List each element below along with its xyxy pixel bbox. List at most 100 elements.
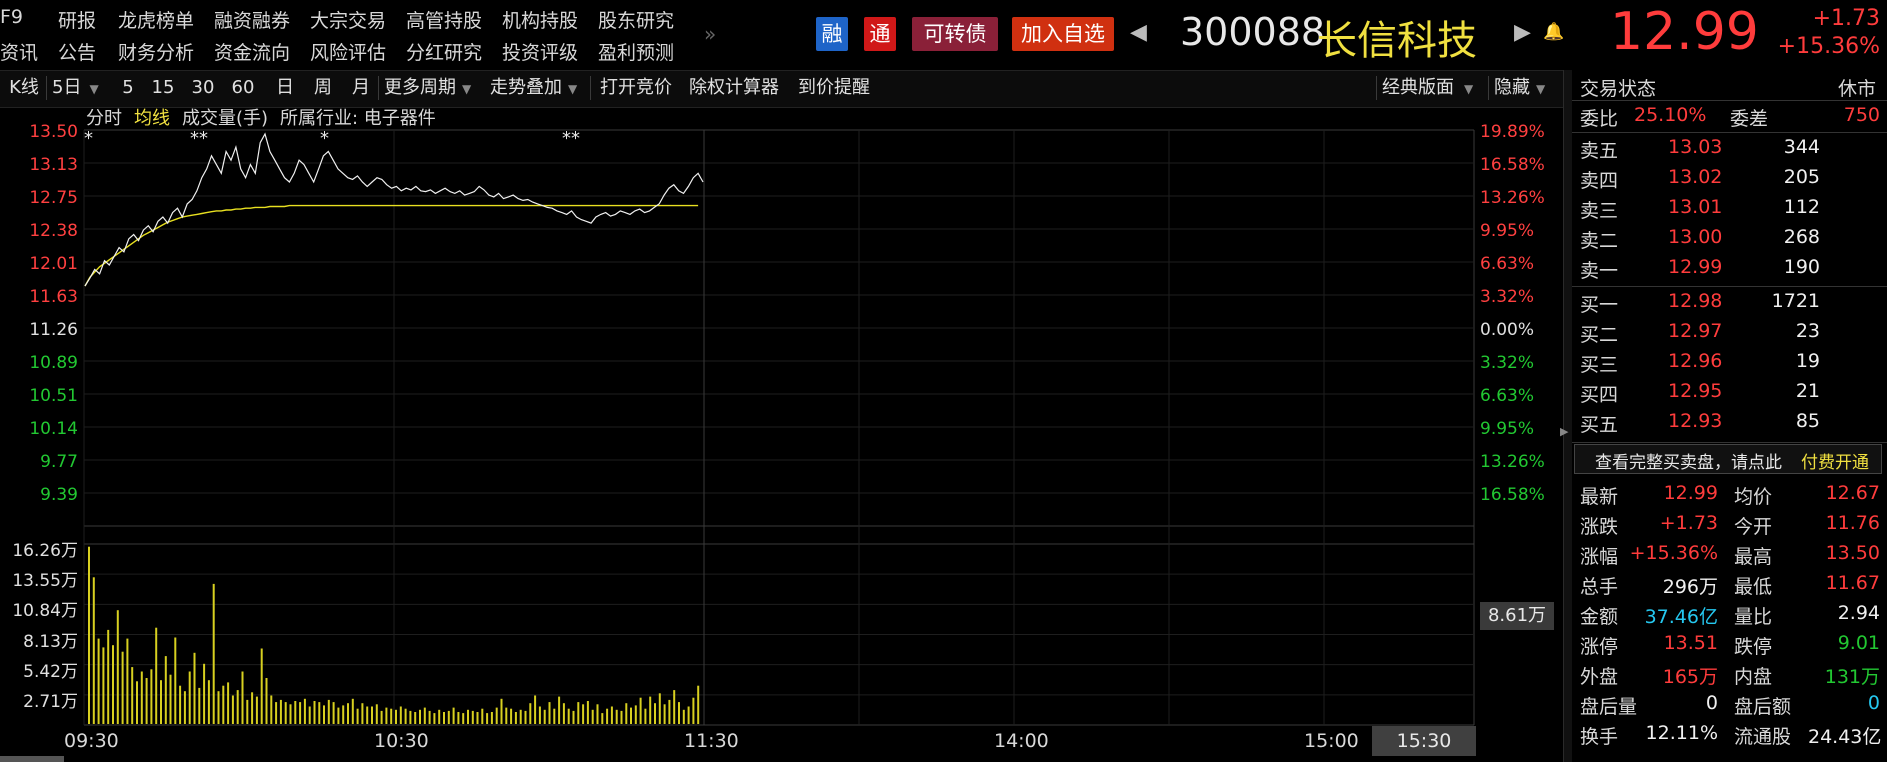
stat-label: 外盘 (1580, 666, 1619, 688)
volume-bar (112, 645, 114, 724)
volume-bar (313, 701, 316, 724)
volume-bar (203, 663, 206, 724)
volume-bar (610, 706, 613, 724)
stat-value: 296万 (1662, 576, 1718, 598)
stat-value: 12.67 (1825, 482, 1880, 504)
volume-bar (390, 708, 393, 724)
volume-bar (323, 705, 325, 724)
collapse-panel-icon[interactable]: ▶ (1560, 425, 1568, 438)
volume-bar (404, 708, 407, 724)
volume-bar (236, 690, 239, 724)
weicha-label: 委差 (1730, 108, 1769, 130)
stat-label: 金额 (1580, 606, 1619, 628)
price-tick-label: 12.75 (29, 188, 78, 208)
volume-bar (644, 708, 647, 724)
volume-bar (375, 704, 378, 724)
volume-bar (399, 706, 402, 724)
average-price-line (84, 204, 699, 287)
volume-bar (308, 706, 311, 724)
bid-level-label: 买三 (1580, 354, 1619, 376)
volume-tick-label: 10.84万 (12, 601, 78, 622)
stat-value: 0 (1867, 692, 1880, 714)
volume-bar (687, 706, 690, 724)
volume-bar (231, 695, 234, 724)
volume-bar (620, 710, 623, 724)
volume-tick-label: 13.55万 (12, 571, 78, 592)
intraday-chart[interactable]: * ** * ** (0, 0, 1570, 762)
volume-bar (615, 709, 618, 724)
weibi-value: 25.10% (1634, 104, 1707, 126)
volume-bar (279, 699, 282, 724)
stat-label: 最高 (1734, 546, 1773, 568)
volume-tick-label: 16.26万 (12, 541, 78, 561)
current-time-label: 15:30 (1372, 726, 1476, 756)
ask-volume: 268 (1783, 226, 1820, 248)
volume-bar (658, 693, 661, 724)
trade-status-value: 休市 (1838, 78, 1877, 100)
volume-bar (634, 705, 637, 724)
ask-price: 13.01 (1668, 196, 1723, 218)
bid-volume: 19 (1795, 350, 1820, 372)
stat-label: 最新 (1580, 486, 1619, 508)
bid-volume: 85 (1795, 410, 1820, 432)
ask-price: 13.03 (1668, 136, 1723, 158)
stat-label: 流通股 (1734, 726, 1792, 748)
pct-tick-label: 9.95% (1480, 419, 1535, 439)
bid-price: 12.97 (1668, 320, 1723, 342)
volume-bar (255, 696, 258, 724)
volume-bar (155, 627, 158, 724)
volume-bar (217, 691, 220, 724)
pct-tick-label: 0.00% (1480, 320, 1535, 340)
bid-level-label: 买五 (1580, 414, 1619, 436)
time-tick-label: 09:30 (64, 730, 119, 752)
volume-bar (356, 708, 359, 724)
stat-value: 165万 (1662, 666, 1718, 688)
full-book-promo[interactable]: 查看完整买卖盘，请点此 付费开通 (1574, 444, 1882, 474)
volume-bar (126, 638, 129, 724)
volume-crosshair-value: 8.61万 (1480, 602, 1554, 630)
stat-label: 涨停 (1580, 636, 1619, 658)
stat-value: +1.73 (1659, 512, 1718, 534)
volume-bar (246, 699, 249, 724)
volume-bar (543, 709, 546, 724)
stat-value: 13.51 (1663, 632, 1718, 654)
stat-value: 11.76 (1825, 512, 1880, 534)
volume-bar (188, 671, 191, 724)
price-tick-label: 11.63 (29, 287, 78, 307)
stat-value: 12.99 (1663, 482, 1718, 504)
price-tick-label: 10.14 (29, 419, 78, 439)
pct-tick-label: 3.32% (1480, 353, 1535, 373)
volume-bar (385, 707, 388, 724)
volume-tick-label: 5.42万 (23, 661, 78, 682)
volume-bar (577, 702, 580, 724)
volume-bar (538, 706, 541, 724)
horizontal-scrollbar[interactable] (0, 756, 64, 762)
trade-status-label: 交易状态 (1580, 78, 1657, 100)
pct-tick-label: 13.26% (1480, 452, 1545, 472)
ask-volume: 205 (1783, 166, 1820, 188)
volume-bar (222, 685, 225, 724)
paid-open-link[interactable]: 付费开通 (1801, 448, 1869, 473)
volume-bar (697, 685, 700, 724)
volume-bar (567, 708, 570, 724)
volume-bar (438, 709, 441, 724)
volume-bar (505, 707, 508, 724)
price-tick-label: 12.01 (29, 254, 78, 274)
volume-bar (668, 699, 671, 724)
ask-level-label: 卖三 (1580, 200, 1619, 222)
pct-tick-label: 16.58% (1480, 485, 1545, 505)
ask-level-label: 卖四 (1580, 170, 1619, 192)
volume-bar (294, 701, 297, 724)
pct-tick-label: 6.63% (1480, 254, 1535, 274)
price-tick-label: 10.51 (29, 386, 78, 406)
stat-label: 均价 (1734, 486, 1773, 508)
volume-bar (524, 710, 527, 724)
volume-bar (586, 701, 589, 724)
event-marks: * ** * ** (84, 128, 580, 149)
volume-bar (601, 713, 604, 724)
weibi-label: 委比 (1580, 108, 1619, 130)
panel-divider[interactable] (1563, 70, 1572, 762)
bid-price: 12.95 (1668, 380, 1723, 402)
volume-bar (548, 702, 551, 724)
volume-bar (467, 709, 469, 724)
